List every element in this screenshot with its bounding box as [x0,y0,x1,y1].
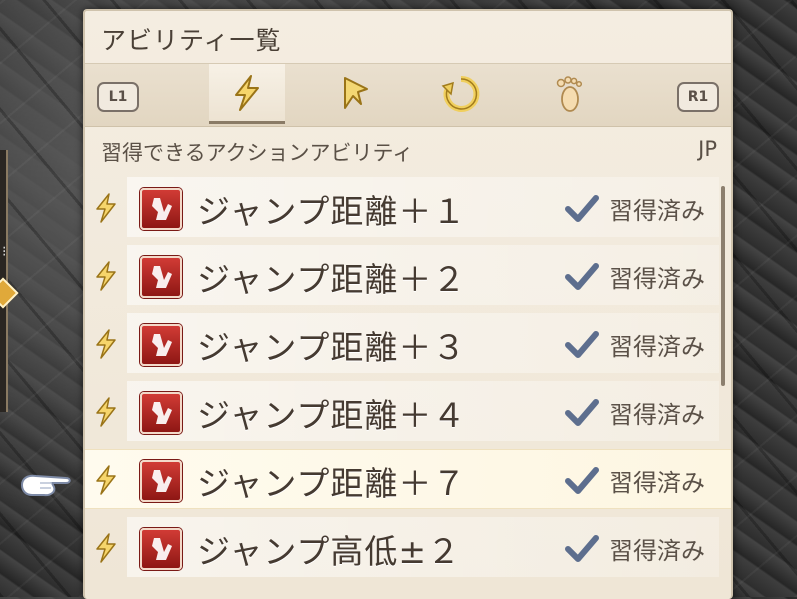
action-type-icon [96,261,116,291]
jp-column-label: JP [698,137,717,161]
ability-status: 習得済み [609,537,705,565]
pointing-hand-cursor-icon [20,474,71,497]
learned-check-icon [565,399,599,426]
tab-action-ability[interactable] [209,64,285,124]
learned-check-icon [565,535,599,562]
ability-row[interactable]: ジャンプ高低±２ 習得済み [85,513,731,581]
ability-row[interactable]: ジャンプ距離＋２ 習得済み [85,241,731,309]
action-type-icon [96,329,116,359]
ability-emblem-icon [140,324,182,366]
action-type-icon [96,533,116,563]
ability-name: ジャンプ距離＋３ [197,328,467,367]
ability-tab-bar: L1 R1 [85,63,731,127]
panel-title: アビリティ一覧 [101,26,282,55]
tab-reaction-ability[interactable] [315,64,391,124]
ability-name: ジャンプ距離＋７ [197,464,467,503]
ability-status: 習得済み [609,469,705,497]
list-scrollbar[interactable] [721,186,725,386]
ability-emblem-icon [140,256,182,298]
r1-button[interactable]: R1 [677,82,719,112]
learned-check-icon [565,467,599,494]
ability-status: 習得済み [609,197,705,225]
tab-support-ability[interactable] [423,64,499,124]
ability-emblem-icon [140,528,182,570]
l1-button[interactable]: L1 [97,82,139,112]
list-header-label: 習得できるアクションアビリティ [101,141,414,165]
ability-status: 習得済み [609,333,705,361]
action-ability-icon [235,74,259,111]
ability-name: ジャンプ距離＋１ [197,192,467,231]
ability-name: ジャンプ高低±２ [197,532,462,571]
learned-check-icon [565,263,599,290]
reaction-ability-icon [344,77,368,109]
ability-row[interactable]: ジャンプ距離＋１ 習得済み [85,173,731,241]
ability-emblem-icon [140,188,182,230]
action-type-icon [96,397,116,427]
ability-status: 習得済み [609,401,705,429]
side-dots-icon: ⁝ [2,244,7,260]
ability-emblem-icon [140,460,182,502]
ability-emblem-icon [140,392,182,434]
movement-ability-icon [556,76,583,112]
ability-name: ジャンプ距離＋２ [197,260,467,299]
ability-name: ジャンプ距離＋４ [197,396,467,435]
action-type-icon [96,193,116,223]
ability-list: ジャンプ距離＋１ 習得済み ジャンプ距離＋２ 習得済み ジャンプ距離＋３ 習得済… [85,173,731,581]
action-type-icon [96,465,116,495]
ability-row[interactable]: ジャンプ距離＋４ 習得済み [85,377,731,445]
tab-movement-ability[interactable] [531,64,607,124]
ability-list-panel: アビリティ一覧 L1 R1 習得できるアクションアビリティ JP ジャンプ距離＋… [83,9,733,599]
ability-row[interactable]: ジャンプ距離＋３ 習得済み [85,309,731,377]
learned-check-icon [565,195,599,222]
support-ability-icon [441,75,480,112]
learned-check-icon [565,331,599,358]
ability-status: 習得済み [609,265,705,293]
ability-row-selected[interactable]: ジャンプ距離＋７ 習得済み [85,445,731,513]
